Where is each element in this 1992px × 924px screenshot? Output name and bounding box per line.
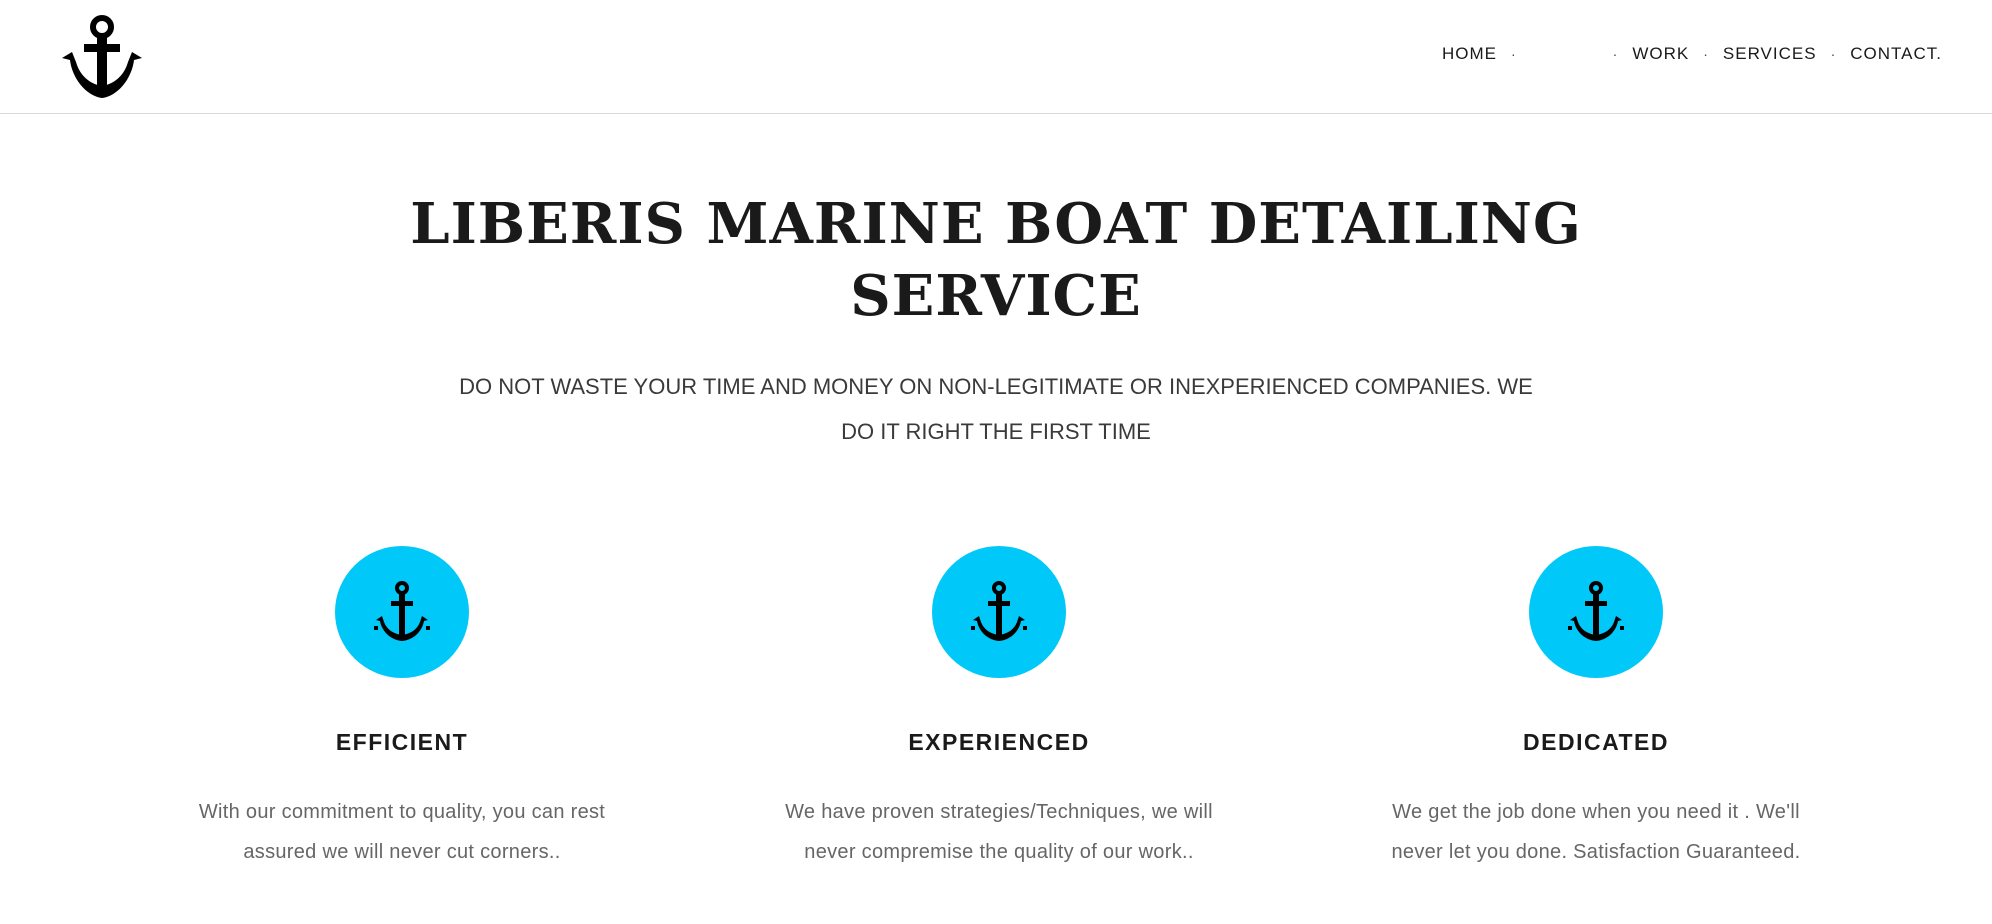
feature-icon-circle <box>335 546 469 678</box>
nav-contact-link[interactable]: CONTACT. <box>1850 44 1942 64</box>
nav-separator: · <box>1511 46 1517 62</box>
feature-title: EFFICIENT <box>335 729 469 755</box>
main-nav: HOME · · WORK · SERVICES · CONTACT. <box>1442 44 1942 64</box>
feature-efficient: EFFICIENT With our commitment to quality… <box>142 546 662 872</box>
page-subtitle-line: DO IT RIGHT THE FIRST TIME <box>841 419 1151 444</box>
page-subtitle: DO NOT WASTE YOUR TIME AND MONEY ON NON-… <box>380 364 1612 454</box>
feature-dedicated: DEDICATED We get the job done when you n… <box>1336 546 1856 872</box>
nav-work-link[interactable]: WORK <box>1632 44 1689 64</box>
nav-services-link[interactable]: SERVICES <box>1723 44 1817 64</box>
anchor-icon <box>62 15 142 98</box>
page-title-line: SERVICE <box>850 263 1142 329</box>
feature-icon-circle <box>1529 546 1663 678</box>
feature-description-line: We have proven strategies/Techniques, we… <box>785 801 1213 823</box>
feature-description-line: assured we will never cut corners.. <box>243 841 561 863</box>
page-subtitle-line: DO NOT WASTE YOUR TIME AND MONEY ON NON-… <box>459 374 1533 399</box>
site-header: HOME · · WORK · SERVICES · CONTACT. <box>0 0 1992 114</box>
anchor-logo-icon[interactable] <box>56 14 148 100</box>
nav-separator: · <box>1830 46 1837 62</box>
feature-experienced: EXPERIENCED We have proven strategies/Te… <box>739 546 1259 872</box>
nav-home-link[interactable]: HOME <box>1442 44 1497 64</box>
anchor-icon <box>1568 581 1624 641</box>
nav-separator: · <box>1612 46 1619 62</box>
feature-title: EXPERIENCED <box>908 729 1090 755</box>
feature-title: DEDICATED <box>1523 729 1669 755</box>
feature-description-line: never let you done. Satisfaction Guarant… <box>1391 841 1801 863</box>
feature-description: We get the job done when you need it . W… <box>1356 792 1836 872</box>
nav-separator: · <box>1703 46 1709 62</box>
anchor-icon <box>971 581 1027 641</box>
feature-description: We have proven strategies/Techniques, we… <box>759 792 1239 872</box>
feature-description-line: With our commitment to quality, you can … <box>198 801 606 823</box>
feature-icon-circle <box>932 546 1066 678</box>
page-title: LIBERIS MARINE BOAT DETAILING SERVICE <box>0 188 1992 332</box>
anchor-icon <box>374 581 430 641</box>
feature-description-line: We get the job done when you need it . W… <box>1392 801 1800 823</box>
feature-description: With our commitment to quality, you can … <box>162 792 642 872</box>
feature-description-line: never compremise the quality of our work… <box>804 841 1194 863</box>
page-title-line: LIBERIS MARINE BOAT DETAILING <box>410 191 1582 257</box>
